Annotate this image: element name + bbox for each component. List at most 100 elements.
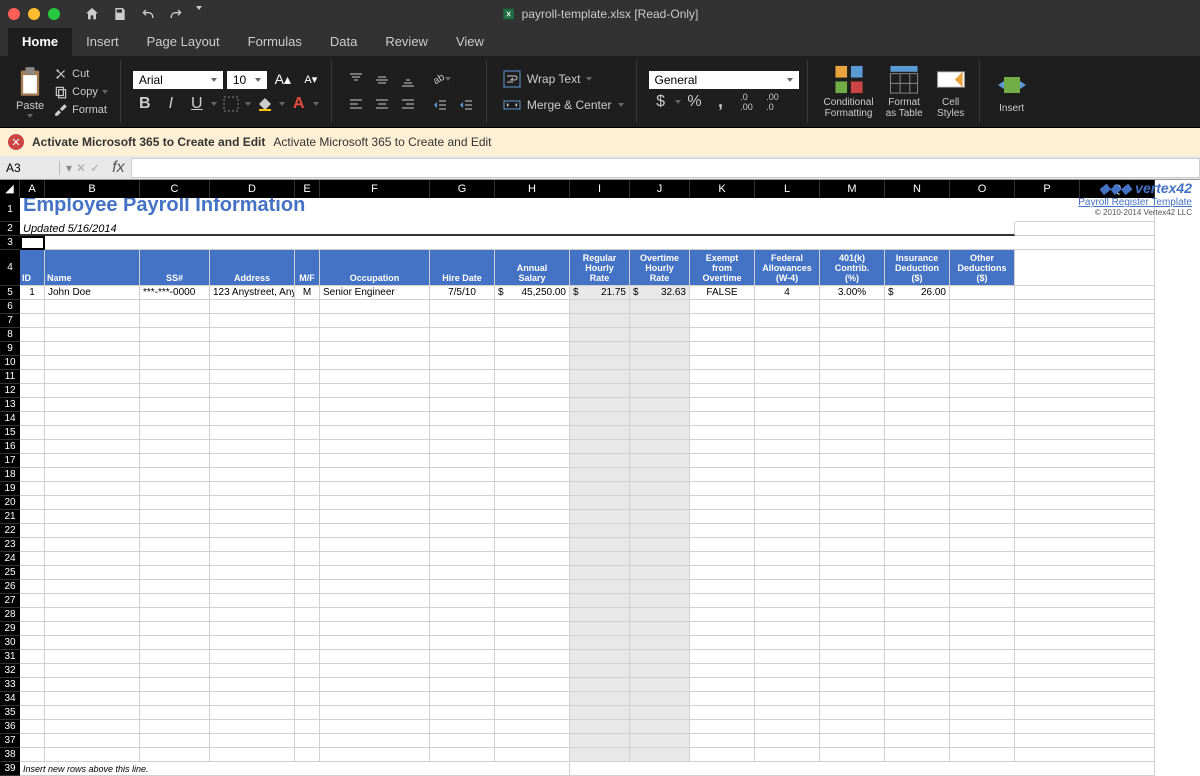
- cell[interactable]: [1015, 412, 1155, 426]
- empty-cell[interactable]: [950, 300, 1015, 314]
- empty-cell[interactable]: [570, 510, 630, 524]
- empty-cell[interactable]: [20, 412, 45, 426]
- fill-color-button[interactable]: [253, 93, 277, 115]
- empty-cell[interactable]: [820, 510, 885, 524]
- empty-cell[interactable]: [495, 342, 570, 356]
- empty-cell[interactable]: [630, 398, 690, 412]
- empty-cell[interactable]: [885, 496, 950, 510]
- empty-cell[interactable]: [820, 552, 885, 566]
- empty-cell[interactable]: [690, 706, 755, 720]
- empty-cell[interactable]: [755, 468, 820, 482]
- empty-cell[interactable]: [950, 552, 1015, 566]
- empty-cell[interactable]: [755, 510, 820, 524]
- empty-cell[interactable]: [20, 748, 45, 762]
- empty-cell[interactable]: [320, 510, 430, 524]
- cell-hire[interactable]: 7/5/10: [430, 286, 495, 300]
- empty-cell[interactable]: [20, 538, 45, 552]
- empty-cell[interactable]: [820, 650, 885, 664]
- empty-cell[interactable]: [630, 440, 690, 454]
- empty-cell[interactable]: [755, 566, 820, 580]
- empty-cell[interactable]: [630, 692, 690, 706]
- empty-cell[interactable]: [430, 454, 495, 468]
- cell[interactable]: [1015, 510, 1155, 524]
- empty-cell[interactable]: [755, 748, 820, 762]
- empty-cell[interactable]: [320, 608, 430, 622]
- cell[interactable]: [1015, 566, 1155, 580]
- cell[interactable]: [1015, 538, 1155, 552]
- empty-cell[interactable]: [45, 398, 140, 412]
- empty-cell[interactable]: [690, 496, 755, 510]
- cell[interactable]: [45, 236, 1155, 250]
- empty-cell[interactable]: [210, 552, 295, 566]
- empty-cell[interactable]: [295, 328, 320, 342]
- cell-reg-rate[interactable]: $21.75: [570, 286, 630, 300]
- empty-cell[interactable]: [45, 356, 140, 370]
- number-format-select[interactable]: General: [649, 71, 799, 89]
- col-header-l[interactable]: L: [755, 180, 820, 198]
- empty-cell[interactable]: [295, 692, 320, 706]
- empty-cell[interactable]: [20, 552, 45, 566]
- empty-cell[interactable]: [630, 510, 690, 524]
- empty-cell[interactable]: [690, 608, 755, 622]
- empty-cell[interactable]: [495, 524, 570, 538]
- empty-cell[interactable]: [690, 720, 755, 734]
- tab-home[interactable]: Home: [8, 28, 72, 56]
- empty-cell[interactable]: [885, 720, 950, 734]
- empty-cell[interactable]: [885, 622, 950, 636]
- empty-cell[interactable]: [950, 482, 1015, 496]
- empty-cell[interactable]: [630, 300, 690, 314]
- empty-cell[interactable]: [210, 468, 295, 482]
- empty-cell[interactable]: [20, 664, 45, 678]
- empty-cell[interactable]: [140, 552, 210, 566]
- empty-cell[interactable]: [820, 678, 885, 692]
- row-header-26[interactable]: 26: [0, 580, 20, 594]
- empty-cell[interactable]: [950, 426, 1015, 440]
- col-header-k[interactable]: K: [690, 180, 755, 198]
- empty-cell[interactable]: [210, 496, 295, 510]
- empty-cell[interactable]: [140, 622, 210, 636]
- empty-cell[interactable]: [820, 636, 885, 650]
- empty-cell[interactable]: [755, 650, 820, 664]
- empty-cell[interactable]: [20, 328, 45, 342]
- empty-cell[interactable]: [295, 384, 320, 398]
- empty-cell[interactable]: [885, 412, 950, 426]
- empty-cell[interactable]: [630, 538, 690, 552]
- empty-cell[interactable]: [295, 622, 320, 636]
- table-header[interactable]: Annual Salary: [495, 250, 570, 286]
- copy-button[interactable]: Copy: [50, 84, 112, 100]
- empty-cell[interactable]: [950, 608, 1015, 622]
- empty-cell[interactable]: [430, 328, 495, 342]
- empty-cell[interactable]: [430, 566, 495, 580]
- empty-cell[interactable]: [210, 510, 295, 524]
- empty-cell[interactable]: [950, 720, 1015, 734]
- empty-cell[interactable]: [210, 720, 295, 734]
- empty-cell[interactable]: [320, 692, 430, 706]
- empty-cell[interactable]: [140, 370, 210, 384]
- empty-cell[interactable]: [885, 468, 950, 482]
- empty-cell[interactable]: [210, 608, 295, 622]
- cell[interactable]: [1015, 342, 1155, 356]
- spreadsheet-grid[interactable]: ◆◆◆ vertex42 Payroll Register Template ©…: [0, 180, 1200, 776]
- empty-cell[interactable]: [320, 426, 430, 440]
- empty-cell[interactable]: [320, 734, 430, 748]
- empty-cell[interactable]: [495, 328, 570, 342]
- empty-cell[interactable]: [885, 356, 950, 370]
- empty-cell[interactable]: [430, 650, 495, 664]
- empty-cell[interactable]: [570, 636, 630, 650]
- empty-cell[interactable]: [820, 328, 885, 342]
- empty-cell[interactable]: [690, 734, 755, 748]
- cell[interactable]: [1015, 356, 1155, 370]
- empty-cell[interactable]: [495, 608, 570, 622]
- empty-cell[interactable]: [295, 300, 320, 314]
- empty-cell[interactable]: [630, 412, 690, 426]
- row-header-33[interactable]: 33: [0, 678, 20, 692]
- empty-cell[interactable]: [45, 314, 140, 328]
- row-header-27[interactable]: 27: [0, 594, 20, 608]
- empty-cell[interactable]: [210, 580, 295, 594]
- empty-cell[interactable]: [320, 482, 430, 496]
- paste-button[interactable]: Paste: [16, 66, 44, 118]
- empty-cell[interactable]: [430, 496, 495, 510]
- row-header-18[interactable]: 18: [0, 468, 20, 482]
- updated-text[interactable]: Updated 5/16/2014: [20, 222, 1015, 236]
- empty-cell[interactable]: [950, 370, 1015, 384]
